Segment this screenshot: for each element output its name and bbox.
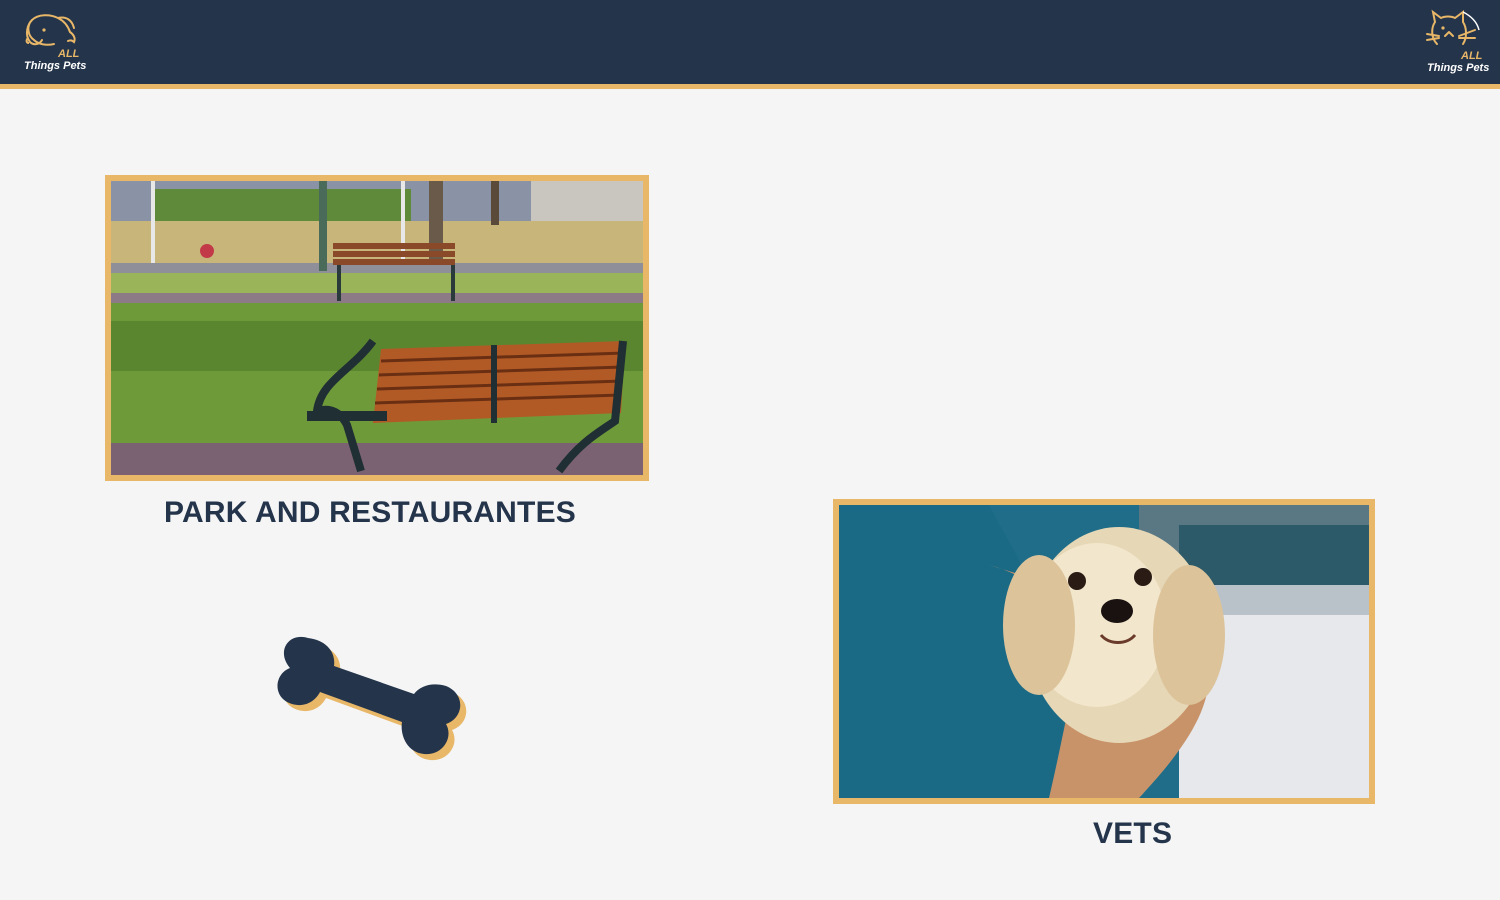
logo-left-things-pets: Things Pets: [24, 60, 87, 72]
vets-image-card[interactable]: [833, 499, 1375, 804]
logo-left-all: ALL: [58, 48, 80, 60]
logo-right-all: ALL: [1461, 50, 1483, 62]
header-bar: ALL Things Pets ALL Things Pets: [0, 0, 1500, 89]
logo-right-things-pets: Things Pets: [1427, 62, 1490, 74]
vets-caption[interactable]: VETS: [1093, 817, 1172, 851]
park-bench-photo: [111, 181, 643, 475]
park-and-restaurantes-caption[interactable]: PARK AND RESTAURANTES: [105, 496, 635, 530]
dog-at-vet-photo: [839, 505, 1369, 798]
brand-logo-right[interactable]: ALL Things Pets: [1423, 8, 1489, 78]
brand-logo-left[interactable]: ALL Things Pets: [20, 10, 87, 74]
park-image-card[interactable]: [105, 175, 649, 481]
bone-icon: [277, 636, 467, 761]
